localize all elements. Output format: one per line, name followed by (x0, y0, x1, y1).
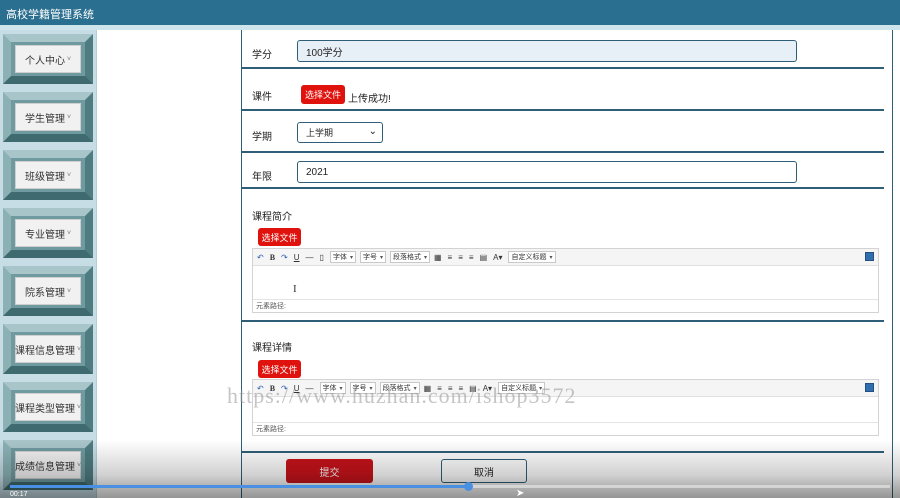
editor-element-path: 元素路径: (253, 299, 878, 312)
detail-label: 课程详情 (252, 343, 292, 354)
sidebar-item-label: 课程类型管理 (14, 403, 75, 415)
chevron-down-icon: ˅ (76, 403, 82, 411)
paragraph-select[interactable]: 段落格式 ▾ (389, 251, 430, 263)
row-divider (242, 151, 884, 153)
font-size-label: 字号 (362, 254, 377, 261)
editor-content-area[interactable] (253, 266, 878, 299)
horizontal-rule-icon[interactable]: — (306, 253, 314, 262)
page-icon[interactable]: ▯ (320, 253, 324, 262)
bold-icon[interactable]: B (270, 253, 275, 262)
cancel-button[interactable]: 取消 (441, 459, 527, 483)
redo-icon[interactable]: ↷ (281, 253, 288, 262)
dropdown-arrow-icon: ▾ (549, 254, 553, 261)
fullscreen-icon[interactable] (865, 252, 874, 261)
chevron-down-icon: ˅ (76, 461, 82, 469)
align-right-icon[interactable]: ≡ (469, 253, 474, 262)
chevron-down-icon: ˅ (66, 113, 72, 121)
sidebar-item-label: 成绩信息管理 (14, 461, 75, 473)
paragraph-label: 段落格式 (392, 254, 421, 261)
submit-button[interactable]: 提交 (286, 459, 373, 483)
credit-label: 学分 (252, 50, 272, 61)
font-family-label: 字体 (332, 254, 347, 261)
year-label: 年限 (252, 172, 272, 183)
courseware-label: 课件 (252, 92, 272, 103)
underline-icon[interactable]: U (294, 253, 300, 262)
sidebar-item-label: 课程信息管理 (14, 345, 75, 357)
align-left-icon[interactable]: ≡ (448, 253, 453, 262)
row-divider (242, 109, 884, 111)
fullscreen-icon[interactable] (865, 383, 874, 392)
sidebar-item-grades[interactable]: 成绩信息管理 ˅ (3, 440, 93, 490)
justify-icon[interactable]: ▤ (480, 253, 488, 262)
align-center-icon[interactable]: ≡ (458, 253, 463, 262)
row-divider (242, 320, 884, 322)
row-divider (242, 67, 884, 69)
sidebar-item-label: 院系管理 (24, 287, 65, 299)
chevron-down-icon: ˅ (76, 345, 82, 353)
form-border-right (892, 30, 893, 498)
semester-label: 学期 (252, 132, 272, 143)
custom-title-label: 自定义标题 (511, 254, 547, 261)
row-divider (242, 451, 884, 453)
detail-choose-file-button[interactable]: 选择文件 (258, 360, 301, 378)
sidebar-item-course-types[interactable]: 课程类型管理 ˅ (3, 382, 93, 432)
dropdown-arrow-icon: ▾ (349, 254, 353, 261)
sidebar-item-students[interactable]: 学生管理 ˅ (3, 92, 93, 142)
chevron-down-icon: ˅ (66, 287, 72, 295)
text-cursor-icon: I (293, 283, 297, 295)
video-progress-bar[interactable] (10, 482, 890, 491)
font-color-icon[interactable]: A▾ (493, 253, 502, 262)
dropdown-arrow-icon: ▾ (379, 254, 383, 261)
intro-rich-editor[interactable]: ↶ B ↷ U — ▯ 字体 ▾ 字号 ▾ 段落格式 ▾ ▦ ≡ ≡ ≡ ▤ A▾ 自… (252, 248, 879, 313)
font-family-select[interactable]: 字体 ▾ (329, 251, 356, 263)
year-input[interactable]: 2021 (297, 161, 797, 183)
video-progress-fill (10, 485, 468, 488)
app-header: 高校学籍管理系统 (0, 0, 900, 25)
credit-input[interactable]: 100学分 (297, 40, 797, 62)
sidebar-item-majors[interactable]: 专业管理 ˅ (3, 208, 93, 258)
intro-choose-file-button[interactable]: 选择文件 (258, 228, 301, 246)
chevron-down-icon: ˅ (66, 171, 72, 179)
sidebar-item-course-info[interactable]: 课程信息管理 ˅ (3, 324, 93, 374)
video-time: 00:17 (10, 491, 28, 498)
upload-status: 上传成功! (348, 94, 391, 105)
chevron-down-icon: ⌄ (368, 126, 377, 137)
editor-element-path: 元素路径: (253, 422, 878, 435)
sidebar-item-label: 学生管理 (24, 113, 65, 125)
watermark: https://www.huzhan.com/ishop3572 (227, 383, 577, 408)
custom-title-select[interactable]: 自定义标题 ▾ (508, 251, 556, 263)
form-border-left (241, 30, 242, 498)
app-title: 高校学籍管理系统 (6, 9, 94, 21)
year-value: 2021 (306, 166, 329, 178)
font-size-select[interactable]: 字号 ▾ (359, 251, 386, 263)
intro-label: 课程简介 (252, 212, 292, 223)
semester-select[interactable]: 上学期 ⌄ (297, 122, 383, 143)
header-divider (0, 25, 900, 30)
sidebar: 个人中心 ˅ 学生管理 ˅ 班级管理 ˅ 专业管理 ˅ 院系管理 ˅ 课程信息管理 ˅ 课程… (0, 30, 97, 498)
editor-toolbar: ↶ B ↷ U — ▯ 字体 ▾ 字号 ▾ 段落格式 ▾ ▦ ≡ ≡ ≡ ▤ A▾ 自… (253, 249, 878, 266)
dropdown-arrow-icon: ▾ (423, 254, 427, 261)
sidebar-item-label: 班级管理 (24, 171, 65, 183)
sidebar-item-personal-center[interactable]: 个人中心 ˅ (3, 34, 93, 84)
mouse-pointer-icon: ➤ (516, 488, 525, 498)
chevron-down-icon: ˅ (66, 55, 72, 63)
chevron-down-icon: ˅ (66, 229, 72, 237)
credit-value: 100学分 (306, 47, 343, 59)
table-icon[interactable]: ▦ (434, 253, 442, 262)
video-progress-handle[interactable] (463, 482, 473, 491)
sidebar-item-label: 个人中心 (24, 55, 65, 67)
sidebar-item-label: 专业管理 (24, 229, 65, 241)
sidebar-item-classes[interactable]: 班级管理 ˅ (3, 150, 93, 200)
row-divider (242, 187, 884, 189)
sidebar-item-departments[interactable]: 院系管理 ˅ (3, 266, 93, 316)
semester-selected-value: 上学期 (306, 128, 334, 138)
undo-icon[interactable]: ↶ (257, 253, 264, 262)
courseware-choose-file-button[interactable]: 选择文件 (301, 85, 345, 104)
